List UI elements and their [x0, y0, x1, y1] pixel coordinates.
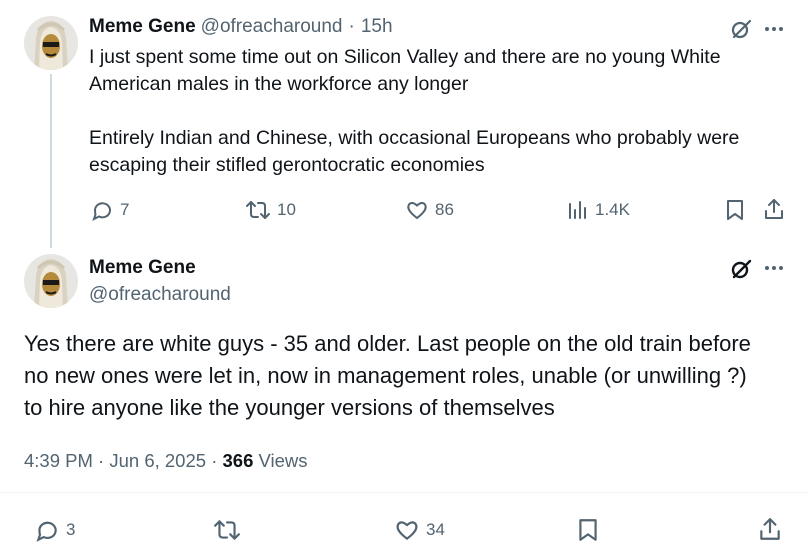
reply-button[interactable]: 7	[90, 198, 129, 222]
separator: ·	[348, 16, 355, 37]
author-name[interactable]: Meme Gene	[89, 257, 196, 279]
like-count: 34	[426, 520, 445, 539]
repost-icon	[214, 520, 240, 540]
avatar[interactable]	[24, 16, 78, 70]
share-button[interactable]	[763, 197, 785, 221]
bookmark-icon	[579, 519, 597, 541]
heart-icon	[407, 202, 427, 220]
avatar[interactable]	[24, 254, 78, 308]
reply-count: 7	[120, 200, 130, 219]
main-tweet-text: Yes there are white guys - 35 and older.…	[24, 331, 751, 420]
analytics-icon	[569, 201, 586, 219]
views-label: Views	[258, 450, 308, 471]
bookmark-button[interactable]	[576, 517, 600, 543]
reply-header: Meme Gene @ofreacharound · 15h	[89, 16, 393, 38]
share-button[interactable]	[758, 516, 782, 542]
repost-button[interactable]: 10	[245, 198, 296, 222]
like-button[interactable]: 86	[405, 198, 454, 222]
share-icon	[760, 518, 780, 540]
heart-icon	[396, 521, 418, 541]
reply-text: I just spent some time out on Silicon Va…	[89, 46, 740, 176]
share-icon	[765, 199, 783, 219]
author-handle[interactable]: @ofreacharound	[201, 16, 343, 38]
repost-icon	[246, 201, 270, 219]
tweet-meta: 4:39 PM · Jun 6, 2025 · 366 Views	[24, 450, 308, 472]
more-icon[interactable]	[765, 27, 783, 31]
like-count: 86	[435, 200, 454, 219]
reply-count: 3	[66, 520, 76, 539]
bookmark-icon	[727, 200, 743, 220]
main-author-handle-row: @ofreacharound	[89, 284, 231, 306]
views-count: 366	[222, 450, 254, 471]
repost-button[interactable]	[213, 517, 241, 543]
views-button[interactable]: 1.4K	[567, 198, 630, 222]
thread-line	[50, 74, 52, 248]
tweet-time[interactable]: 4:39 PM	[24, 450, 93, 471]
divider	[0, 492, 808, 493]
main-author-name-row: Meme Gene	[89, 257, 196, 279]
grok-icon[interactable]	[730, 258, 752, 285]
grok-icon[interactable]	[730, 18, 752, 45]
timestamp[interactable]: 15h	[361, 16, 393, 38]
separator: ·	[98, 450, 105, 471]
separator: ·	[211, 450, 218, 471]
reply-button[interactable]: 3	[34, 517, 75, 543]
author-name[interactable]: Meme Gene	[89, 16, 196, 38]
views-count: 1.4K	[595, 200, 630, 219]
author-handle[interactable]: @ofreacharound	[89, 284, 231, 306]
bookmark-button[interactable]	[724, 198, 746, 222]
repost-count: 10	[277, 200, 296, 219]
more-icon[interactable]	[765, 266, 783, 270]
comment-icon	[36, 521, 57, 542]
comment-icon	[92, 202, 111, 221]
like-button[interactable]: 34	[394, 517, 445, 543]
tweet-date[interactable]: Jun 6, 2025	[109, 450, 206, 471]
